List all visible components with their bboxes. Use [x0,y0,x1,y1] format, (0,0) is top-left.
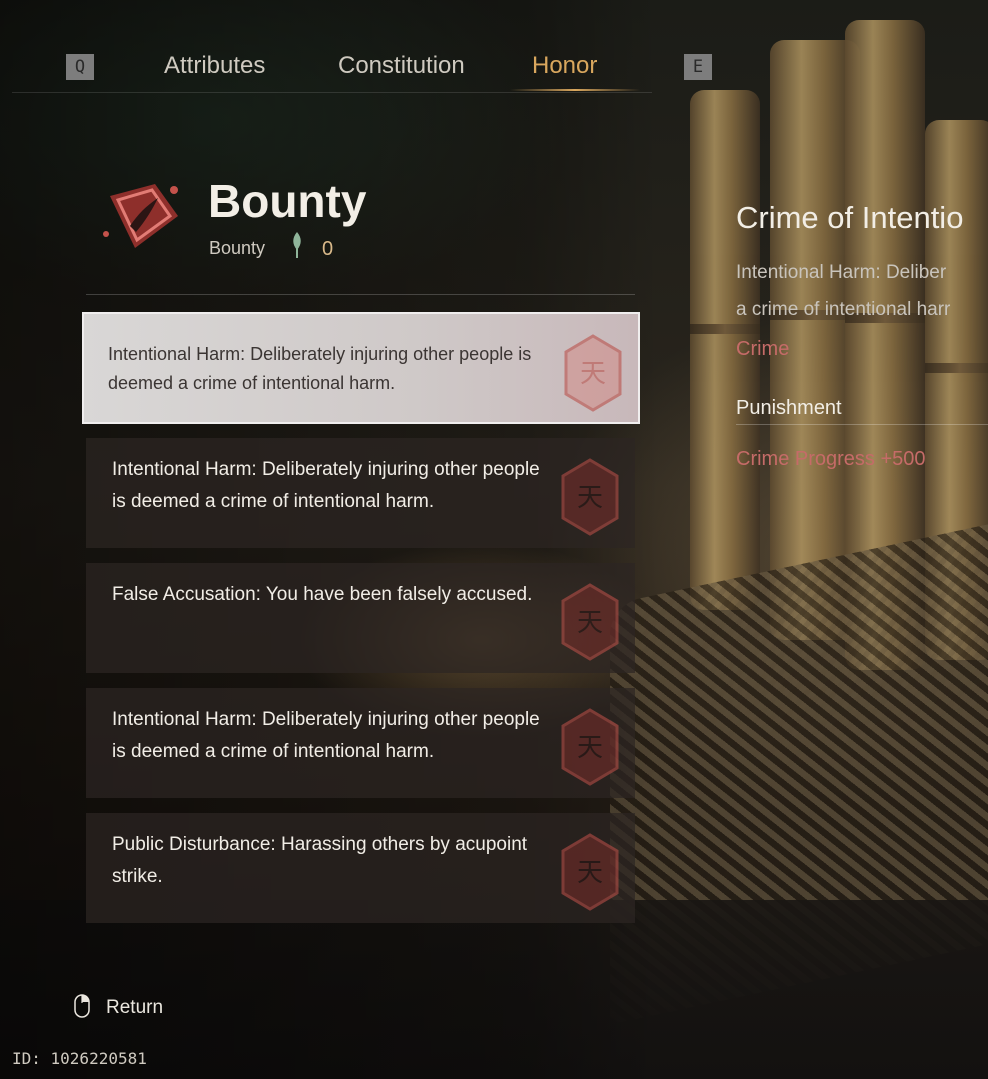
user-id: ID: 1026220581 [12,1049,147,1068]
heaven-seal-icon: 天 [561,583,619,661]
mouse-right-click-icon [74,994,90,1018]
svg-text:天: 天 [580,359,606,389]
detail-description: Intentional Harm: Deliber a crime of inte… [736,262,951,320]
heaven-seal-icon: 天 [561,708,619,786]
svg-text:天: 天 [577,483,603,513]
crime-list-item[interactable]: Intentional Harm: Deliberately injuring … [86,688,635,798]
tab-constitution[interactable]: Constitution [338,52,465,80]
page-title: Bounty [208,175,367,227]
tab-attributes[interactable]: Attributes [164,52,265,80]
next-tab-key[interactable]: E [684,54,712,80]
crime-list-item[interactable]: Public Disturbance: Harassing others by … [86,813,635,923]
heaven-seal-icon: 天 [561,833,619,911]
detail-punishment-value: Crime Progress +500 [736,448,926,470]
crime-item-text: Public Disturbance: Harassing others by … [112,834,528,887]
heaven-seal-icon: 天 [564,334,622,412]
svg-text:天: 天 [577,608,603,638]
detail-punishment-label: Punishment [736,397,842,419]
tab-honor[interactable]: Honor [532,52,597,80]
header-divider [86,294,635,295]
detail-divider [736,424,988,425]
crime-item-text: Intentional Harm: Deliberately injuring … [108,344,532,393]
crime-item-text: False Accusation: You have been falsely … [112,584,533,605]
crime-item-text: Intentional Harm: Deliberately injuring … [112,459,540,512]
svg-text:天: 天 [577,858,603,888]
crime-list-item[interactable]: False Accusation: You have been falsely … [86,563,635,673]
heaven-seal-icon: 天 [561,458,619,536]
svg-text:天: 天 [577,733,603,763]
crime-item-text: Intentional Harm: Deliberately injuring … [112,709,540,762]
bounty-sub-label: Bounty [209,238,266,258]
prev-tab-key[interactable]: Q [66,54,94,80]
return-button[interactable]: Return [106,997,163,1019]
crime-list-item[interactable]: Intentional Harm: Deliberately injuring … [82,312,640,424]
crime-list-item[interactable]: Intentional Harm: Deliberately injuring … [86,438,635,548]
top-tab-bar: Q Attributes Constitution Honor E [12,40,712,93]
bounty-token-icon [293,232,301,258]
detail-category: Crime [736,338,790,360]
active-tab-indicator [510,89,640,91]
bounty-value: 0 [322,238,334,260]
detail-title: Crime of Intentio [736,200,964,235]
bounty-emblem-icon [103,184,178,248]
